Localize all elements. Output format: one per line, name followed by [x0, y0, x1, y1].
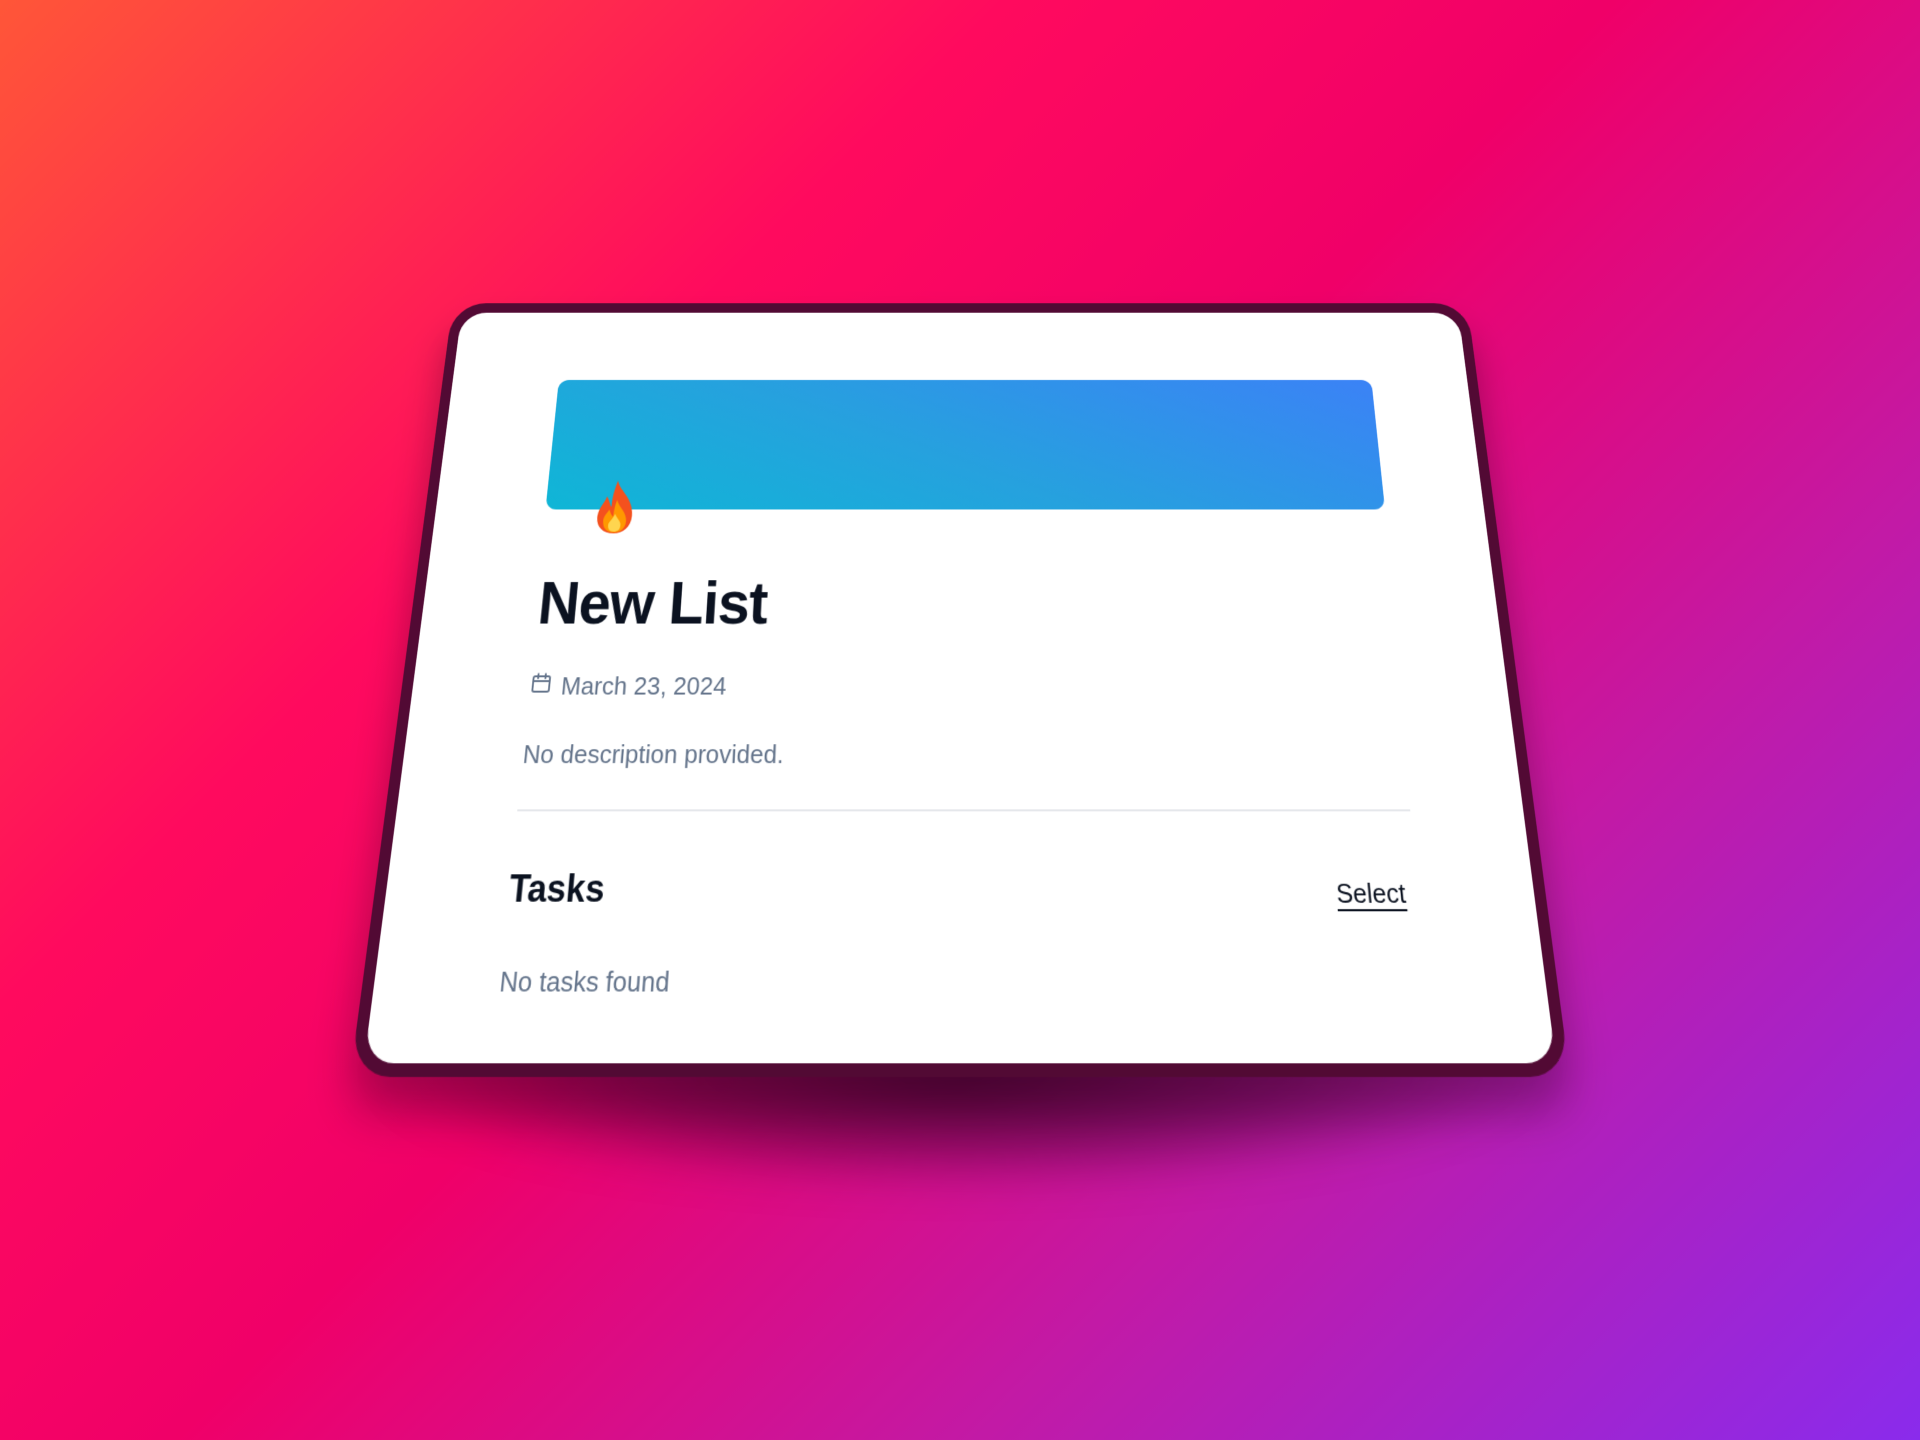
list-date: March 23, 2024: [559, 671, 728, 701]
calendar-icon: [528, 672, 553, 702]
cover-banner: [545, 379, 1386, 510]
tasks-heading: Tasks: [507, 866, 607, 911]
list-detail-screen: New List March 23, 2024 No description p…: [363, 312, 1557, 1064]
select-button[interactable]: Select: [1335, 877, 1407, 910]
empty-tasks-message: No tasks found: [498, 965, 671, 999]
divider: [517, 809, 1411, 812]
list-description: No description provided.: [521, 739, 785, 770]
stage: New List March 23, 2024 No description p…: [0, 0, 1920, 1440]
list-title: New List: [535, 570, 769, 637]
device-frame: New List March 23, 2024 No description p…: [350, 303, 1570, 1078]
date-row: March 23, 2024: [528, 672, 727, 702]
fire-icon[interactable]: [590, 479, 642, 535]
